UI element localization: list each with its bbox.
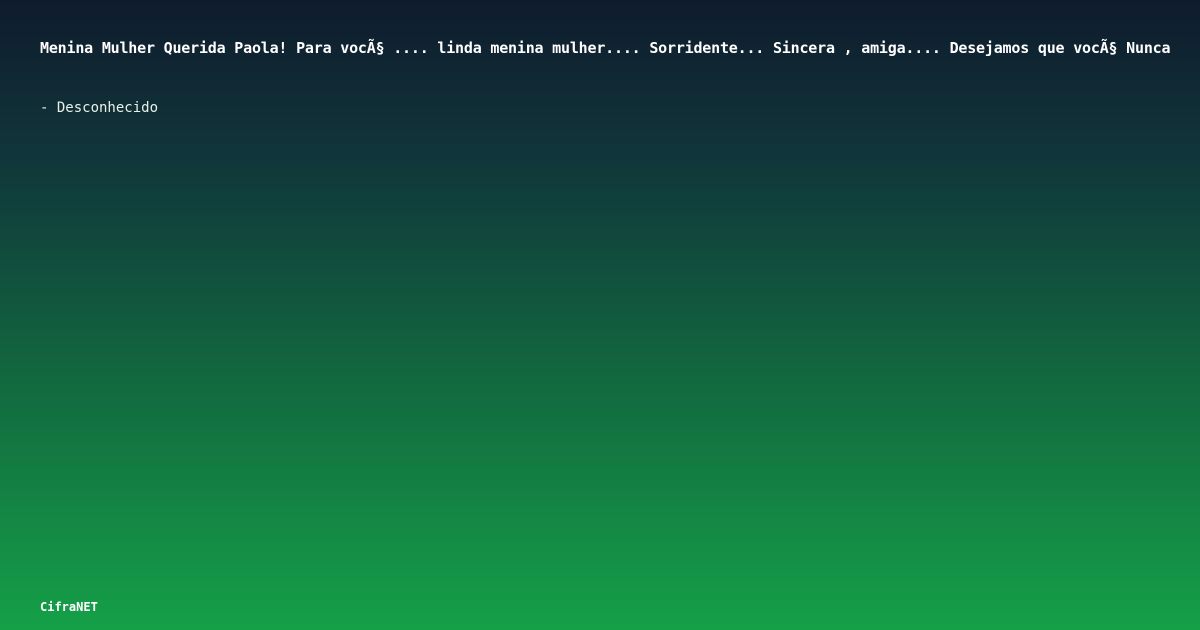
quote-author: - Desconhecido — [40, 100, 159, 116]
quote-text: Menina Mulher Querida Paola! Para vocÃ§ … — [40, 39, 1171, 57]
brand-logo-text: CifraNET — [40, 600, 98, 614]
